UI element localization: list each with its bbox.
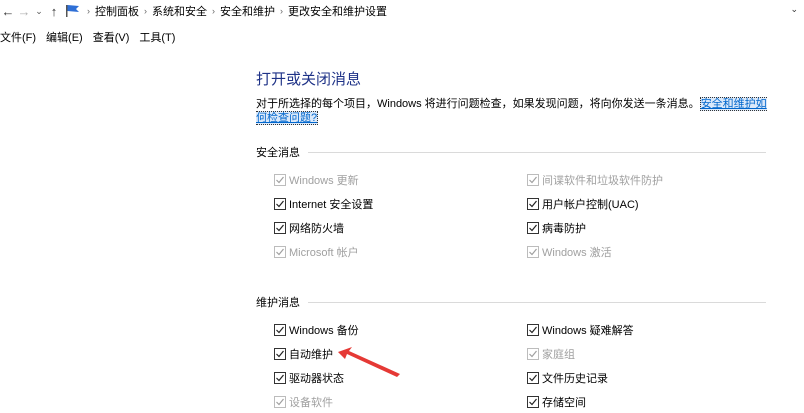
checkbox-icon[interactable] bbox=[527, 372, 539, 384]
checkbox-windows-troubleshooting[interactable]: Windows 疑难解答 bbox=[527, 322, 634, 338]
menu-edit[interactable]: 编辑(E) bbox=[46, 29, 83, 45]
address-bar: ← → ⌄ ↑ › 控制面板 › 系统和安全 › 安全和维护 › 更改安全和维护… bbox=[0, 0, 804, 22]
checkbox-icon[interactable] bbox=[527, 222, 539, 234]
page-title: 打开或关闭消息 bbox=[256, 71, 362, 88]
checkbox-label: 病毒防护 bbox=[542, 223, 586, 235]
back-arrow-icon[interactable]: ← bbox=[0, 4, 16, 19]
checkbox-label: 文件历史记录 bbox=[542, 373, 608, 385]
maintenance-section-header: 维护消息 bbox=[256, 294, 766, 310]
checkbox-automatic-maintenance[interactable]: 自动维护 bbox=[274, 346, 333, 362]
checkbox-label: Internet 安全设置 bbox=[289, 199, 374, 211]
checkbox-windows-backup[interactable]: Windows 备份 bbox=[274, 322, 359, 338]
main-content: 打开或关闭消息 对于所选择的每个项目，Windows 将进行问题检查，如果发现问… bbox=[256, 68, 804, 125]
description-text: 对于所选择的每个项目，Windows 将进行问题检查，如果发现问题，将向你发送一… bbox=[256, 98, 700, 110]
checkbox-uac[interactable]: 用户帐户控制(UAC) bbox=[527, 196, 639, 212]
breadcrumb-separator-icon: › bbox=[87, 6, 90, 16]
checkbox-homegroup[interactable]: 家庭组 bbox=[527, 346, 575, 362]
checkbox-icon[interactable] bbox=[274, 324, 286, 336]
breadcrumb-control-panel[interactable]: 控制面板 bbox=[95, 3, 139, 19]
checkbox-icon[interactable] bbox=[527, 174, 539, 186]
menu-bar: 文件(F) 编辑(E) 查看(V) 工具(T) bbox=[0, 28, 185, 46]
breadcrumb-change-settings[interactable]: 更改安全和维护设置 bbox=[288, 3, 387, 19]
checkbox-icon[interactable] bbox=[274, 174, 286, 186]
checkbox-spyware-protection[interactable]: 间谍软件和垃圾软件防护 bbox=[527, 172, 663, 188]
checkbox-icon[interactable] bbox=[274, 198, 286, 210]
page-description: 对于所选择的每个项目，Windows 将进行问题检查，如果发现问题，将向你发送一… bbox=[256, 97, 786, 125]
checkbox-label: 间谍软件和垃圾软件防护 bbox=[542, 175, 663, 187]
chevron-down-icon[interactable]: ⌄ bbox=[32, 6, 46, 17]
menu-file[interactable]: 文件(F) bbox=[0, 29, 36, 45]
checkbox-label: 存储空间 bbox=[542, 397, 586, 409]
checkbox-label: Windows 疑难解答 bbox=[542, 325, 634, 337]
checkbox-label: 用户帐户控制(UAC) bbox=[542, 199, 639, 211]
menu-view[interactable]: 查看(V) bbox=[93, 29, 130, 45]
checkbox-label: Microsoft 帐户 bbox=[289, 247, 359, 259]
up-arrow-icon[interactable]: ↑ bbox=[46, 4, 62, 19]
breadcrumb-separator-icon: › bbox=[144, 6, 147, 16]
breadcrumb-separator-icon: › bbox=[212, 6, 215, 16]
checkbox-icon[interactable] bbox=[274, 246, 286, 258]
divider bbox=[308, 151, 766, 153]
security-heading: 安全消息 bbox=[256, 147, 300, 159]
checkbox-icon[interactable] bbox=[274, 396, 286, 408]
checkbox-internet-security[interactable]: Internet 安全设置 bbox=[274, 196, 373, 212]
checkbox-label: Windows 备份 bbox=[289, 325, 359, 337]
checkbox-label: Windows 更新 bbox=[289, 175, 359, 187]
breadcrumb-system-security[interactable]: 系统和安全 bbox=[152, 3, 207, 19]
checkbox-label: 网络防火墙 bbox=[289, 223, 344, 235]
checkbox-device-software[interactable]: 设备软件 bbox=[274, 394, 333, 410]
breadcrumb-separator-icon: › bbox=[280, 6, 283, 16]
breadcrumb-security-maintenance[interactable]: 安全和维护 bbox=[220, 3, 275, 19]
checkbox-icon[interactable] bbox=[274, 222, 286, 234]
checkbox-network-firewall[interactable]: 网络防火墙 bbox=[274, 220, 344, 236]
annotation-arrow-icon bbox=[338, 347, 400, 377]
checkbox-virus-protection[interactable]: 病毒防护 bbox=[527, 220, 586, 236]
checkbox-icon[interactable] bbox=[527, 198, 539, 210]
checkbox-windows-activation[interactable]: Windows 激活 bbox=[527, 244, 612, 260]
security-section-header: 安全消息 bbox=[256, 144, 766, 160]
checkbox-icon[interactable] bbox=[527, 324, 539, 336]
checkbox-label: Windows 激活 bbox=[542, 247, 612, 259]
checkbox-icon[interactable] bbox=[274, 372, 286, 384]
checkbox-windows-update[interactable]: Windows 更新 bbox=[274, 172, 359, 188]
divider bbox=[308, 301, 766, 303]
checkbox-label: 家庭组 bbox=[542, 349, 575, 361]
checkbox-label: 设备软件 bbox=[289, 397, 333, 409]
checkbox-label: 自动维护 bbox=[289, 349, 333, 361]
menu-tools[interactable]: 工具(T) bbox=[139, 29, 175, 45]
checkbox-icon[interactable] bbox=[527, 348, 539, 360]
maintenance-heading: 维护消息 bbox=[256, 297, 300, 309]
forward-arrow-icon[interactable]: → bbox=[16, 4, 32, 19]
checkbox-storage-spaces[interactable]: 存储空间 bbox=[527, 394, 586, 410]
checkbox-icon[interactable] bbox=[274, 348, 286, 360]
checkbox-icon[interactable] bbox=[527, 246, 539, 258]
address-dropdown-icon[interactable]: ⌄ bbox=[790, 4, 798, 15]
checkbox-microsoft-account[interactable]: Microsoft 帐户 bbox=[274, 244, 359, 260]
checkbox-icon[interactable] bbox=[527, 396, 539, 408]
checkbox-file-history[interactable]: 文件历史记录 bbox=[527, 370, 608, 386]
control-panel-flag-icon bbox=[64, 4, 82, 18]
